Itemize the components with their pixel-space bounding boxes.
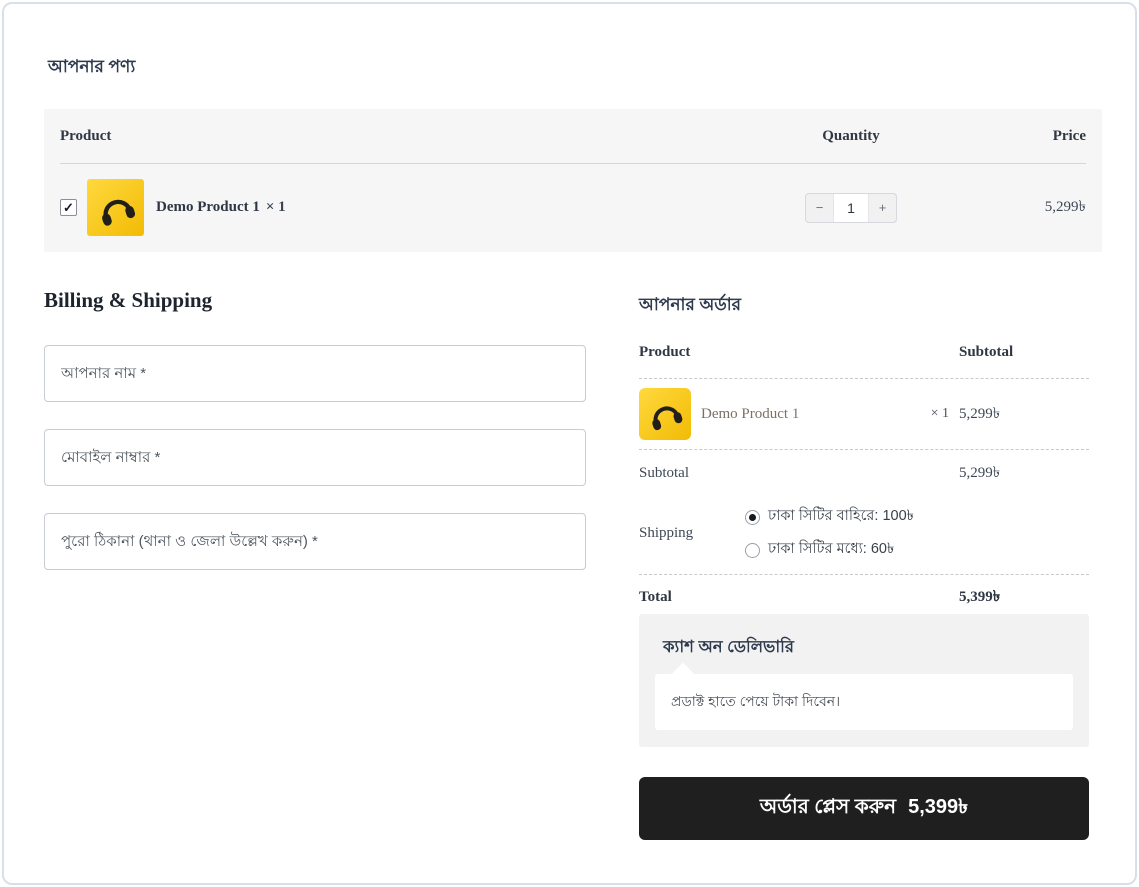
products-section-heading: আপনার পণ্য	[48, 54, 135, 82]
cart-item-qty-suffix: × 1	[266, 199, 286, 216]
cart-header-price: Price	[936, 128, 1086, 145]
shipping-option-inside-dhaka[interactable]: ঢাকা সিটির মধ্যে: 60৳	[745, 538, 1089, 562]
radio-unselected-icon[interactable]	[745, 543, 760, 558]
order-item-subtotal: 5,299৳	[949, 402, 1089, 427]
cart-table: Product Quantity Price ✓	[44, 109, 1102, 252]
cart-item-name: Demo Product 1	[156, 199, 260, 216]
name-field[interactable]	[44, 345, 586, 402]
order-header-subtotal: Subtotal	[949, 344, 1089, 361]
order-section-heading: আপনার অর্ডার	[639, 292, 741, 320]
headphones-icon	[644, 393, 686, 435]
total-value: 5,399৳	[949, 585, 1089, 610]
order-table-header: Product Subtotal	[639, 344, 1089, 379]
address-field[interactable]	[44, 513, 586, 570]
payment-method-title: ক্যাশ অন ডেলিভারি	[655, 634, 1073, 661]
quantity-stepper: − +	[805, 193, 897, 223]
billing-shipping-heading: Billing & Shipping	[44, 288, 212, 313]
shipping-row: Shipping ঢাকা সিটির বাহিরে: 100৳ ঢাকা সি…	[639, 497, 1089, 575]
shipping-option-label: ঢাকা সিটির বাহিরে: 100৳	[768, 505, 914, 529]
total-label: Total	[639, 589, 745, 606]
headphones-icon	[93, 185, 139, 231]
subtotal-label: Subtotal	[639, 465, 949, 482]
check-icon: ✓	[63, 200, 74, 216]
cart-item-price: 5,299৳	[936, 195, 1086, 220]
subtotal-row: Subtotal 5,299৳	[639, 450, 1089, 497]
quantity-increase-button[interactable]: +	[869, 194, 896, 222]
order-summary-table: Product Subtotal Demo Product 1 × 1 5,	[639, 344, 1089, 624]
product-image	[87, 179, 144, 236]
payment-method-description: প্রডাক্ট হাতে পেয়ে টাকা দিবেন।	[655, 674, 1073, 730]
order-item-name: Demo Product 1	[701, 406, 799, 423]
place-order-label: অর্ডার প্লেস করুন	[760, 792, 896, 825]
mobile-number-field[interactable]	[44, 429, 586, 486]
order-item-qty: × 1	[913, 406, 949, 422]
payment-method-box: ক্যাশ অন ডেলিভারি প্রডাক্ট হাতে পেয়ে টা…	[639, 614, 1089, 747]
order-header-product: Product	[639, 344, 949, 361]
radio-selected-icon[interactable]	[745, 510, 760, 525]
cart-table-header: Product Quantity Price	[60, 109, 1086, 164]
product-select-checkbox[interactable]: ✓	[60, 199, 77, 216]
shipping-option-label: ঢাকা সিটির মধ্যে: 60৳	[768, 538, 894, 562]
place-order-button[interactable]: অর্ডার প্লেস করুন 5,399৳	[639, 777, 1089, 840]
quantity-decrease-button[interactable]: −	[806, 194, 833, 222]
order-item-row: Demo Product 1 × 1 5,299৳	[639, 379, 1089, 450]
quantity-input[interactable]	[833, 194, 869, 222]
cart-item-row: ✓ Demo Product 1 × 1 −	[60, 164, 1086, 251]
cart-header-product: Product	[60, 128, 766, 145]
shipping-option-outside-dhaka[interactable]: ঢাকা সিটির বাহিরে: 100৳	[745, 505, 1089, 529]
order-item-image	[639, 388, 691, 440]
shipping-label: Shipping	[639, 525, 745, 542]
place-order-amount: 5,399৳	[908, 792, 968, 825]
subtotal-value: 5,299৳	[949, 461, 1089, 486]
cart-header-quantity: Quantity	[766, 128, 936, 145]
checkout-page: আপনার পণ্য Product Quantity Price ✓	[2, 2, 1137, 885]
